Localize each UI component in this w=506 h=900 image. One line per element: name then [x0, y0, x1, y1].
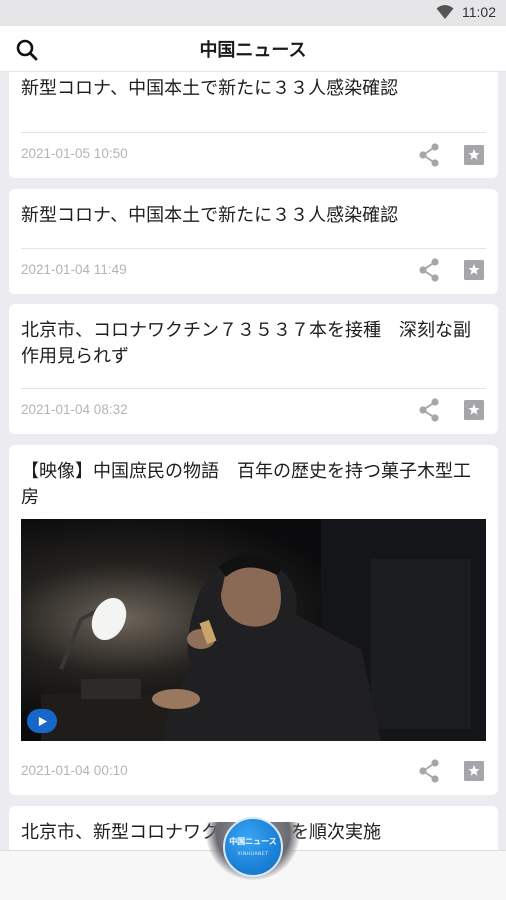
- article-date: 2021-01-04 11:49: [21, 262, 127, 277]
- fab-logo-subtext: XINHUANET: [237, 852, 269, 857]
- news-feed[interactable]: 新型コロナ、中国本土で新たに３３人感染確認 2021-01-05 10:50 新…: [0, 72, 506, 850]
- share-icon[interactable]: [416, 397, 442, 423]
- news-card[interactable]: 新型コロナ、中国本土で新たに３３人感染確認 2021-01-05 10:50: [9, 72, 498, 178]
- article-date: 2021-01-04 08:32: [21, 402, 128, 417]
- card-divider: [21, 388, 486, 389]
- bookmark-icon[interactable]: [462, 143, 486, 167]
- status-time: 11:02: [462, 4, 496, 20]
- fab-logo-text: 中国ニュース: [229, 837, 277, 846]
- card-divider: [21, 132, 486, 133]
- wifi-icon: [436, 5, 454, 19]
- home-fab-button[interactable]: 中国ニュース XINHUANET: [223, 817, 283, 877]
- article-title[interactable]: 【映像】中国庶民の物語 百年の歴史を持つ菓子木型工房: [21, 459, 486, 511]
- status-bar: 11:02: [0, 0, 506, 26]
- card-divider: [21, 248, 486, 249]
- article-date: 2021-01-04 00:10: [21, 763, 128, 778]
- article-title[interactable]: 新型コロナ、中国本土で新たに３３人感染確認: [21, 76, 486, 102]
- news-card[interactable]: 北京市、コロナワクチン７３５３７本を接種 深刻な副作用見られず 2021-01-…: [9, 304, 498, 434]
- app-bar: 中国ニュース: [0, 26, 506, 72]
- bookmark-icon[interactable]: [462, 398, 486, 422]
- bookmark-icon[interactable]: [462, 258, 486, 282]
- share-icon[interactable]: [416, 257, 442, 283]
- news-card[interactable]: 【映像】中国庶民の物語 百年の歴史を持つ菓子木型工房 2021-01-04 00…: [9, 445, 498, 795]
- article-date: 2021-01-05 10:50: [21, 146, 128, 161]
- video-scene: [21, 519, 486, 741]
- play-button[interactable]: [27, 709, 57, 733]
- app-title: 中国ニュース: [199, 40, 307, 61]
- video-thumbnail[interactable]: [21, 519, 486, 741]
- play-icon: [38, 716, 47, 726]
- share-icon[interactable]: [416, 758, 442, 784]
- bookmark-icon[interactable]: [462, 759, 486, 783]
- article-title[interactable]: 北京市、コロナワクチン７３５３７本を接種 深刻な副作用見られず: [21, 318, 486, 370]
- share-icon[interactable]: [416, 142, 442, 168]
- article-title[interactable]: 新型コロナ、中国本土で新たに３３人感染確認: [21, 203, 486, 229]
- news-card[interactable]: 新型コロナ、中国本土で新たに３３人感染確認 2021-01-04 11:49: [9, 189, 498, 294]
